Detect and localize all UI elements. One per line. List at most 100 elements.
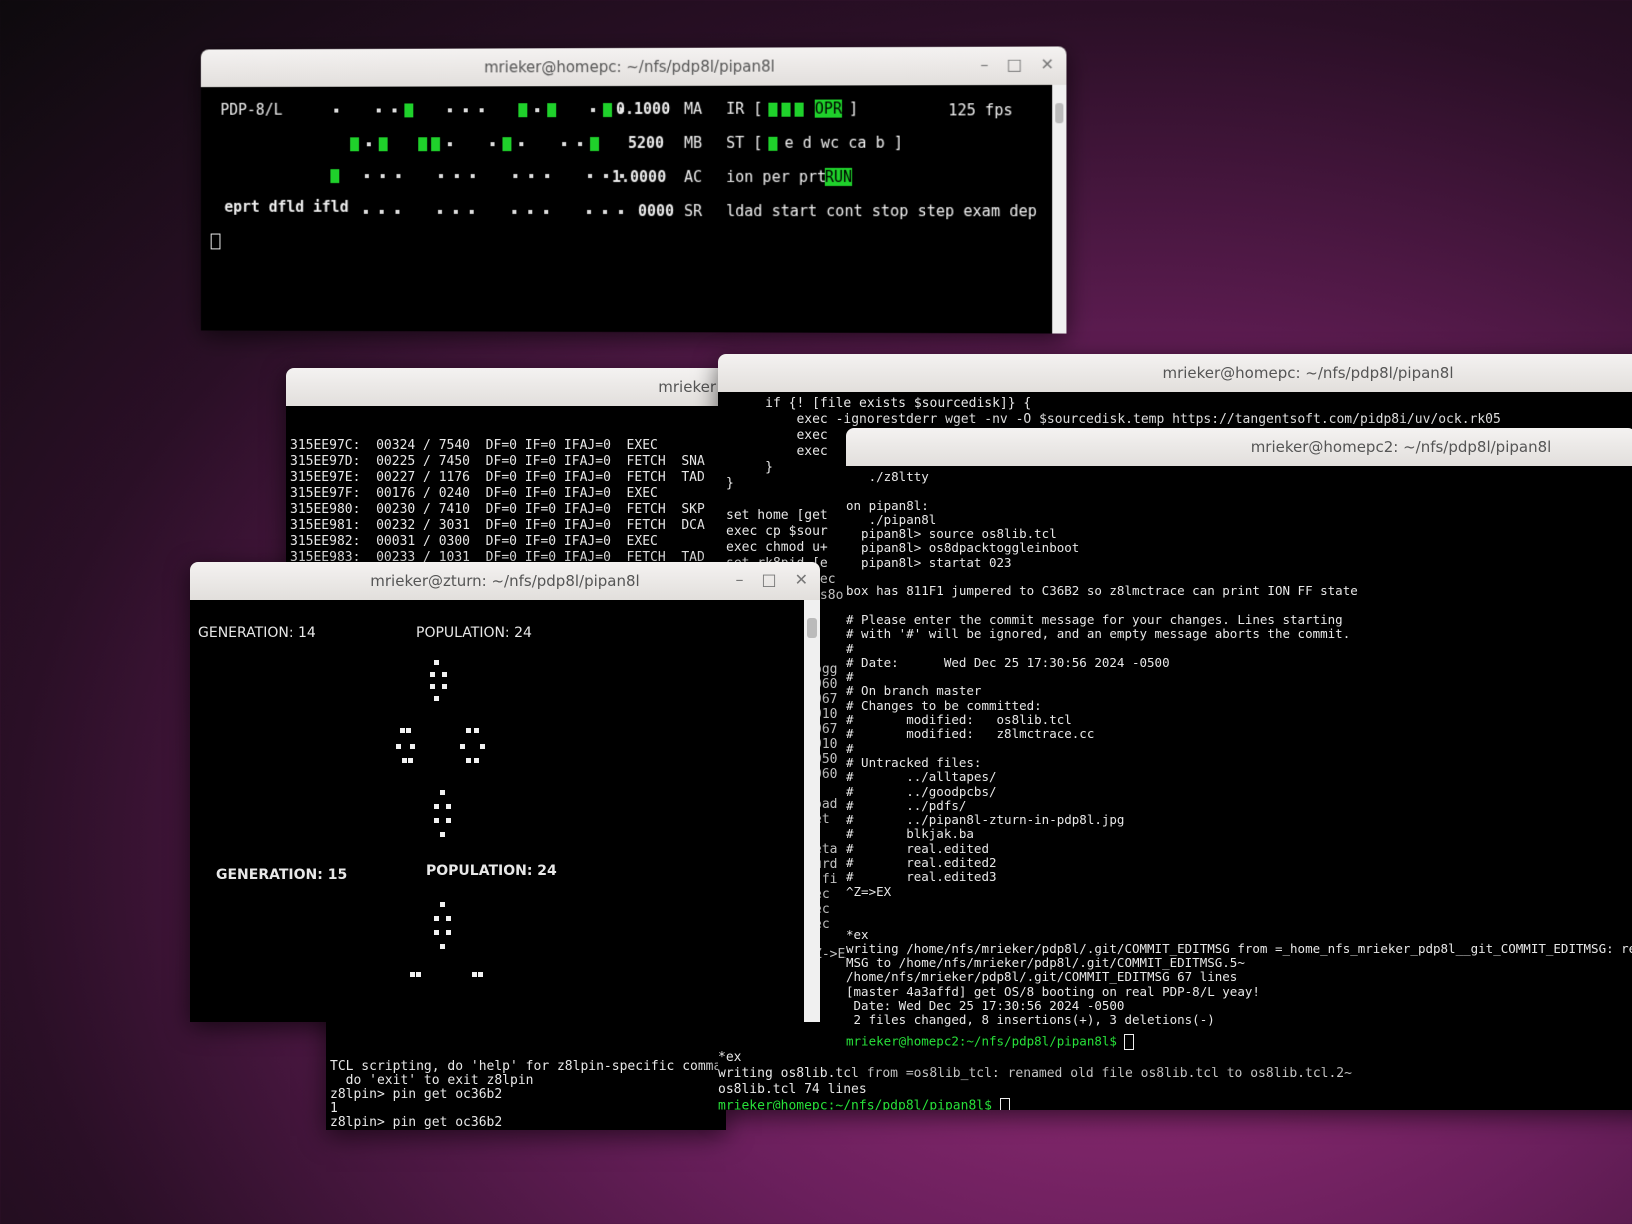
commit-line: *ex — [846, 926, 869, 942]
commit-line: box has 811F1 jumpered to C36B2 so z8lmc… — [846, 583, 1358, 599]
ir-opr: OPR — [814, 99, 843, 118]
tcl-lines: TCL scripting, do 'help' for z8lpin-spec… — [330, 1059, 726, 1131]
life-cell — [440, 832, 445, 837]
life-window[interactable]: mrieker@zturn: ~/nfs/pdp8l/pipan8l – □ ✕ G… — [190, 562, 820, 1022]
window-titlebar[interactable]: mrieker@homepc2: ~/nfs/pdp8l/pipan8l — [846, 428, 1632, 466]
commit-line: # blkjak.ba — [846, 826, 974, 842]
window-titlebar[interactable]: mrieker@homepc: ~/nfs/pdp8l/pipan8l – □ ✕ — [200, 46, 1067, 88]
minimize-icon[interactable]: – — [980, 55, 988, 74]
editor-line: if {! [file exists $sourcedisk]} { — [726, 396, 1032, 411]
trace-row: 315EE97D: 00225 / 7450 DF=0 IF=0 IFAJ=0 … — [290, 454, 705, 469]
sr-lamps — [358, 202, 629, 220]
generation-label-2: GENERATION: 15 — [216, 867, 348, 883]
life-cell — [400, 728, 405, 733]
life-cell — [472, 972, 477, 977]
st-lamp — [766, 134, 779, 152]
commit-line: 2 files changed, 8 insertions(+), 3 dele… — [846, 1012, 1215, 1028]
pdp8-frontpanel-window[interactable]: mrieker@homepc: ~/nfs/pdp8l/pipan8l – □ ✕ … — [200, 46, 1067, 334]
editor-line: os8lib.tcl 74 lines — [718, 1082, 867, 1097]
generation-label-1: GENERATION: 14 — [198, 625, 316, 641]
life-cell — [430, 684, 435, 689]
window-title: mrieker@homepc: ~/nfs/pdp8l/pipan8l — [484, 57, 775, 77]
commit-line — [846, 484, 1632, 498]
commit-line — [846, 570, 1632, 584]
homepc-prompt: mrieker@homepc:~/nfs/pdp8l/pipan8l$ — [718, 1098, 992, 1111]
window-titlebar[interactable]: mrieker@zturn: ~/nfs/pdp8l/pipan8l – □ ✕ — [190, 562, 820, 600]
trace-row: 315EE980: 00230 / 7410 DF=0 IF=0 IFAJ=0 … — [290, 502, 705, 517]
life-cell — [442, 672, 447, 677]
life-cell — [434, 696, 439, 701]
life-cell — [446, 916, 451, 921]
ma-label: MA — [684, 99, 703, 118]
commit-line: on pipan8l: — [846, 497, 929, 513]
life-cell — [434, 804, 439, 809]
population-label-2: POPULATION: 24 — [426, 863, 557, 879]
fps-label: 125 fps — [948, 101, 1013, 120]
ir-close: ] — [849, 99, 859, 118]
scrollbar[interactable] — [804, 600, 820, 1022]
panel-buttons[interactable]: ldad start cont stop step exam dep — [726, 202, 1037, 220]
sr-label: SR — [684, 202, 703, 221]
ir-lamps — [766, 100, 805, 118]
homepc2-lines: ./z8ltty on pipan8l: ./pipan8l pipan8l> … — [846, 469, 1632, 1028]
close-icon[interactable]: ✕ — [795, 570, 808, 589]
life-cell — [474, 758, 479, 763]
commit-line: [master 4a3affd] get OS/8 booting on rea… — [846, 983, 1260, 999]
maximize-icon[interactable]: □ — [1007, 55, 1022, 74]
commit-line — [846, 899, 1632, 913]
homepc2-window[interactable]: mrieker@homepc2: ~/nfs/pdp8l/pipan8l ./z… — [846, 428, 1632, 1060]
trace-output: 315EE97C: 00324 / 7540 DF=0 IF=0 IFAJ=0 … — [286, 406, 726, 588]
commit-line: # Date: Wed Dec 25 17:30:56 2024 -0500 — [846, 654, 1170, 670]
ac-lamps — [328, 166, 630, 184]
life-cell — [446, 930, 451, 935]
life-cell — [434, 818, 439, 823]
commit-line: # — [846, 640, 854, 656]
window-title: mrieker — [658, 378, 716, 396]
life-cell — [480, 744, 485, 749]
row4-label: eprt dfld ifld — [224, 197, 349, 216]
trace-rows: 315EE97C: 00324 / 7540 DF=0 IF=0 IFAJ=0 … — [290, 438, 726, 582]
life-cell — [416, 972, 421, 977]
life-cell — [446, 804, 451, 809]
maximize-icon[interactable]: □ — [761, 570, 776, 589]
scrollbar[interactable] — [1052, 84, 1067, 334]
commit-line — [846, 599, 1632, 613]
life-cell — [434, 660, 439, 665]
commit-line: # ../alltapes/ — [846, 769, 997, 785]
commit-line: /home/nfs/mrieker/pdp8l/.git/COMMIT_EDIT… — [846, 969, 1238, 985]
life-cell — [430, 672, 435, 677]
window-title: mrieker@homepc2: ~/nfs/pdp8l/pipan8l — [1250, 438, 1552, 456]
commit-line: # On branch master — [846, 683, 982, 699]
frontpanel-display: PDP-8/L 0.1000 MA IR [ OPR ] 125 fps 520… — [200, 84, 1053, 334]
commit-line: # — [846, 669, 854, 685]
commit-line: # Untracked files: — [846, 754, 982, 770]
tcl-line: TCL scripting, do 'help' for z8lpin-spec… — [330, 1059, 726, 1074]
commit-line: ^Z=>EX — [846, 883, 892, 899]
commit-line: # real.edited — [846, 840, 989, 856]
tcl-line: z8lpin> pin get oc36b2 — [330, 1115, 503, 1130]
ac-value: 1.0000 — [612, 167, 667, 187]
life-cell — [440, 944, 445, 949]
close-icon[interactable]: ✕ — [1041, 55, 1055, 74]
homepc2-prompt-line: mrieker@homepc2:~/nfs/pdp8l/pipan8l$ — [846, 1034, 1135, 1050]
life-cell — [410, 972, 415, 977]
homepc-prompt-line: mrieker@homepc:~/nfs/pdp8l/pipan8l$ — [718, 1098, 1010, 1110]
life-cell — [396, 744, 401, 749]
minimize-icon[interactable]: – — [735, 570, 743, 589]
window-titlebar[interactable]: mrieker — [286, 368, 726, 406]
life-cell — [442, 684, 447, 689]
editor-line: writing os8lib.tcl from =os8lib_tcl: ren… — [718, 1066, 1352, 1081]
life-cell — [406, 728, 411, 733]
trace-window[interactable]: mrieker 315EE97C: 00324 / 7540 DF=0 IF=0… — [286, 368, 726, 588]
trace-row: 315EE981: 00232 / 3031 DF=0 IF=0 IFAJ=0 … — [290, 518, 705, 533]
window-titlebar[interactable]: mrieker@homepc: ~/nfs/pdp8l/pipan8l — [718, 354, 1632, 392]
commit-line: # real.edited2 — [846, 855, 997, 871]
commit-line: # — [846, 740, 854, 756]
trace-row: 315EE97E: 00227 / 1176 DF=0 IF=0 IFAJ=0 … — [290, 470, 705, 485]
commit-line: Date: Wed Dec 25 17:30:56 2024 -0500 — [846, 997, 1125, 1013]
commit-line: pipan8l> os8dpacktoggleinboot — [846, 540, 1080, 556]
commit-line: writing /home/nfs/mrieker/pdp8l/.git/COM… — [846, 940, 1632, 956]
life-cell — [410, 744, 415, 749]
life-cell — [466, 728, 471, 733]
population-label-1: POPULATION: 24 — [416, 625, 532, 641]
